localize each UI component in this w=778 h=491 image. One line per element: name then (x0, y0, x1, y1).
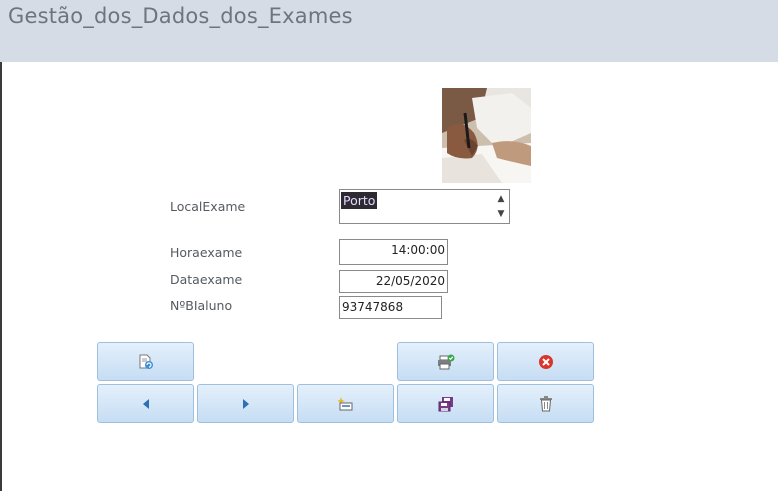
close-button[interactable] (497, 342, 594, 381)
data-exame-value: 22/05/2020 (375, 274, 445, 288)
data-exame-label: Dataexame (170, 272, 243, 287)
triangle-right-icon (241, 398, 251, 410)
form-title: Gestão_dos_Dados_dos_Exames (8, 4, 353, 28)
save-button[interactable] (397, 384, 494, 423)
nbi-aluno-label: NºBIaluno (170, 298, 233, 313)
floppy-disk-icon (438, 396, 454, 412)
exam-photo (442, 88, 531, 183)
local-exame-combo[interactable]: Porto ▲ ▼ (339, 189, 510, 224)
refresh-form-icon (138, 354, 154, 370)
nbi-aluno-value: 93747868 (342, 300, 404, 314)
spin-down-icon[interactable]: ▼ (495, 208, 507, 220)
save-record-button[interactable] (397, 342, 494, 381)
close-icon (538, 354, 554, 370)
local-exame-value: Porto (341, 192, 378, 209)
new-record-button[interactable] (297, 384, 394, 423)
nbi-aluno-field[interactable]: 93747868 (339, 296, 442, 319)
form-left-border (0, 62, 2, 491)
hora-exame-field[interactable]: 14:00:00 (339, 239, 448, 265)
delete-button[interactable] (497, 384, 594, 423)
previous-record-button[interactable] (97, 384, 194, 423)
refresh-button[interactable] (97, 342, 194, 381)
triangle-left-icon (141, 398, 151, 410)
trash-icon (539, 395, 553, 412)
new-record-icon (337, 396, 354, 411)
form-header: Gestão_dos_Dados_dos_Exames (0, 0, 778, 62)
data-exame-field[interactable]: 22/05/2020 (339, 270, 448, 293)
local-exame-label: LocalExame (170, 199, 246, 214)
spin-up-icon[interactable]: ▲ (495, 193, 507, 205)
hora-exame-value: 14:00:00 (391, 243, 445, 257)
save-check-icon (437, 354, 455, 370)
next-record-button[interactable] (197, 384, 294, 423)
hora-exame-label: Horaexame (170, 245, 243, 260)
